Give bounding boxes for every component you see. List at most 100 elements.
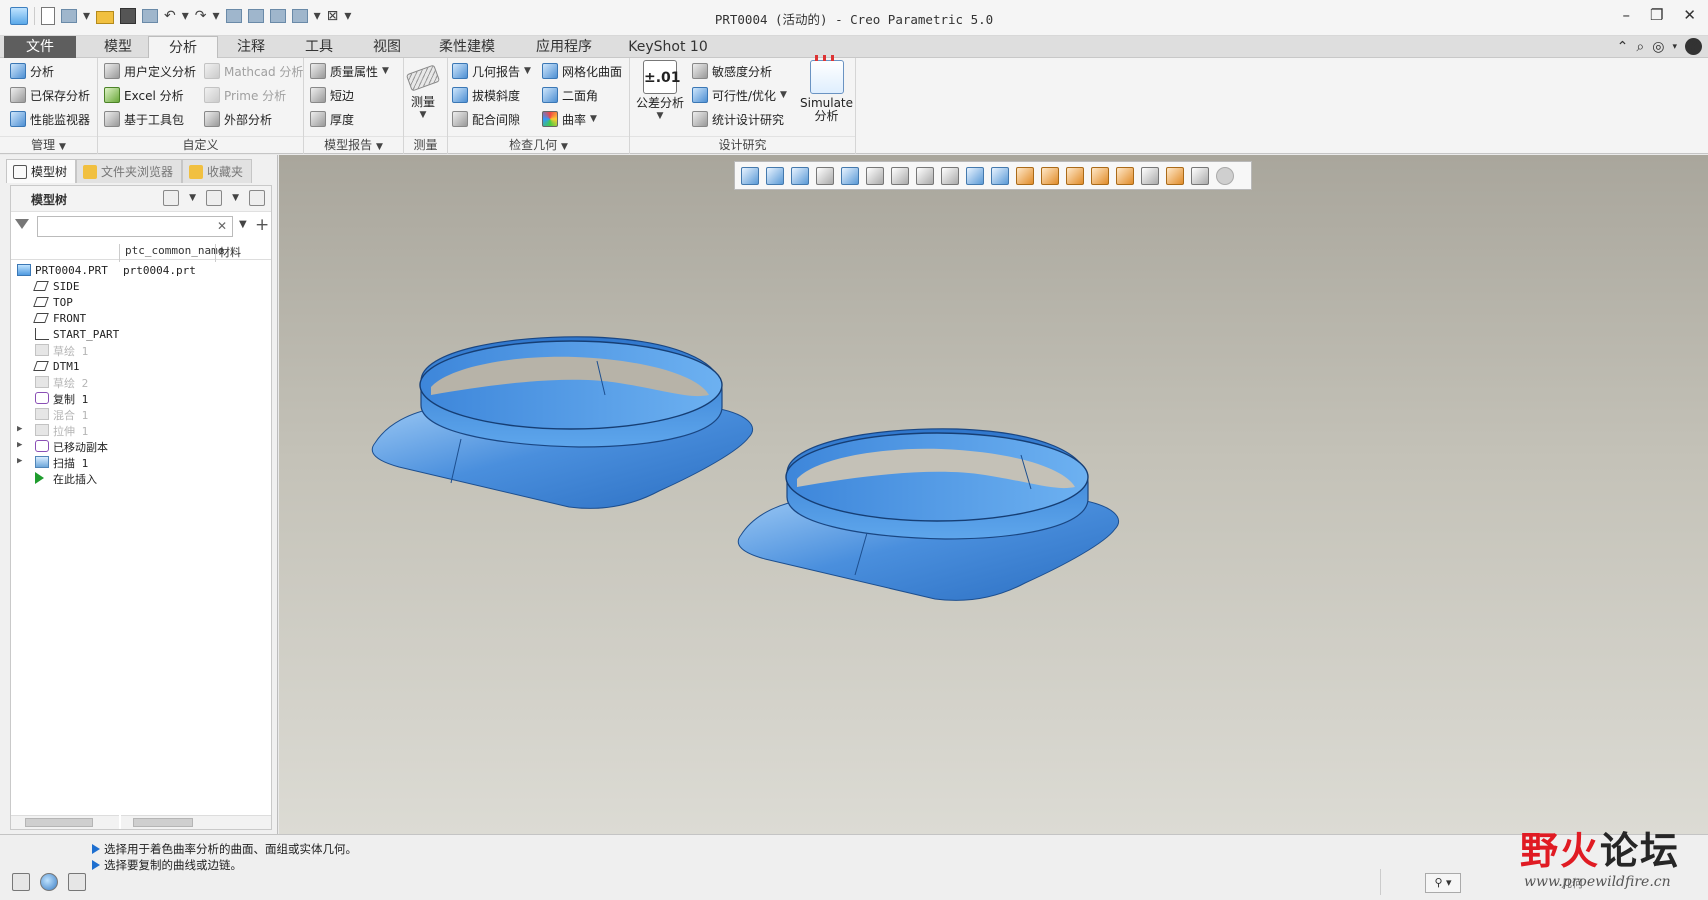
switch-window-icon[interactable]: [291, 9, 308, 23]
tab-favorites[interactable]: 收藏夹: [182, 159, 253, 183]
toolkit-analysis-button[interactable]: 基于工具包: [104, 109, 184, 129]
statistical-design-button[interactable]: 统计设计研究: [692, 109, 784, 129]
tab-model-tree[interactable]: 模型树: [6, 159, 77, 183]
graphics-viewport[interactable]: [279, 155, 1708, 834]
chevron-down-icon[interactable]: ▾: [1672, 42, 1677, 52]
tree-node[interactable]: SIDE: [11, 278, 271, 295]
chevron-down-icon[interactable]: ▾: [213, 7, 220, 25]
tab-keyshot[interactable]: KeyShot 10: [618, 36, 718, 58]
regenerate-icon[interactable]: [225, 9, 242, 23]
group-label-manage[interactable]: 管理 ▼: [0, 136, 97, 152]
tree-search-input[interactable]: [37, 216, 233, 237]
selection-filter[interactable]: 几何: [1561, 875, 1583, 891]
tab-folder-browser[interactable]: 文件夹浏览器: [76, 159, 183, 183]
draft-button[interactable]: 拔模斜度: [452, 85, 520, 105]
help-icon[interactable]: ?: [1685, 38, 1702, 55]
model-part-right[interactable]: [737, 428, 1120, 601]
geometry-report-button[interactable]: 几何报告 ▼: [452, 61, 531, 81]
app-icon[interactable]: [10, 7, 28, 25]
browser-toggle-icon[interactable]: [40, 873, 58, 891]
expand-icon[interactable]: ▶: [17, 456, 22, 466]
chevron-down-icon[interactable]: ▾: [314, 7, 321, 25]
mesh-surface-button[interactable]: 网格化曲面: [542, 61, 622, 81]
close-icon[interactable]: ✕: [1683, 6, 1696, 24]
tab-tools[interactable]: 工具: [286, 36, 352, 58]
tree-node[interactable]: ▶ 已移动副本: [11, 438, 271, 455]
save-icon[interactable]: [120, 8, 137, 24]
user-defined-analysis-button[interactable]: 用户定义分析: [104, 61, 196, 81]
scrollbar-thumb[interactable]: [133, 818, 193, 827]
performance-monitor-button[interactable]: 性能监视器: [10, 109, 90, 129]
regen-manager-icon[interactable]: [247, 9, 264, 23]
tree-columns-icon[interactable]: [206, 190, 223, 206]
group-label-inspect-geometry[interactable]: 检查几何 ▼: [448, 136, 629, 152]
community-icon[interactable]: ◎: [1652, 39, 1664, 55]
tree-node[interactable]: 复制 1: [11, 390, 271, 407]
undo-icon[interactable]: ↶: [164, 7, 176, 25]
tree-node[interactable]: FRONT: [11, 310, 271, 327]
print-icon[interactable]: [142, 9, 159, 23]
fullscreen-icon[interactable]: [68, 873, 86, 891]
open-folder-icon[interactable]: [96, 11, 115, 24]
navigator-toggle-icon[interactable]: [12, 873, 30, 891]
prime-analysis-button[interactable]: Prime 分析: [204, 85, 286, 105]
measure-button[interactable]: 测量 ▼: [405, 60, 441, 122]
thickness-button[interactable]: 厚度: [310, 109, 354, 129]
feasibility-optimization-button[interactable]: 可行性/优化 ▼: [692, 85, 787, 105]
sensitivity-analysis-button[interactable]: 敏感度分析: [692, 61, 772, 81]
simulate-analysis-button[interactable]: Simulate 分析: [800, 55, 853, 123]
tree-node[interactable]: TOP: [11, 294, 271, 311]
chevron-down-icon[interactable]: ▼: [189, 193, 196, 203]
tree-filter-icon[interactable]: [249, 190, 265, 206]
curvature-button[interactable]: 曲率 ▼: [542, 109, 597, 129]
column-material[interactable]: 材料: [219, 244, 241, 260]
tab-analysis[interactable]: 分析: [148, 36, 218, 59]
saved-analysis-button[interactable]: 已保存分析: [10, 85, 90, 105]
tab-view[interactable]: 视图: [354, 36, 420, 58]
tree-node[interactable]: 草绘 1: [11, 342, 271, 359]
scrollbar-thumb[interactable]: [25, 818, 93, 827]
tab-flexible-modeling[interactable]: 柔性建模: [424, 36, 510, 58]
group-label-model-report[interactable]: 模型报告 ▼: [304, 136, 403, 152]
model-part-left[interactable]: [371, 336, 754, 509]
tab-applications[interactable]: 应用程序: [520, 36, 608, 58]
close-window-icon[interactable]: ⊠: [327, 7, 339, 25]
windows-icon[interactable]: [269, 9, 286, 23]
tree-node[interactable]: START_PART: [11, 326, 271, 343]
tree-node[interactable]: 混合 1: [11, 406, 271, 423]
new-file-icon[interactable]: [41, 7, 55, 25]
dihedral-angle-button[interactable]: 二面角: [542, 85, 598, 105]
column-divider[interactable]: [215, 244, 216, 262]
short-edge-button[interactable]: 短边: [310, 85, 354, 105]
chevron-down-icon[interactable]: ▾: [83, 7, 90, 25]
maximize-icon[interactable]: ❐: [1650, 6, 1663, 24]
customize-qat-icon[interactable]: ▾: [344, 7, 351, 25]
chevron-down-icon[interactable]: ▼: [232, 193, 239, 203]
tree-node[interactable]: 草绘 2: [11, 374, 271, 391]
tree-settings-icon[interactable]: [163, 190, 180, 206]
horizontal-scrollbar[interactable]: [121, 815, 271, 829]
tree-node[interactable]: PRT0004.PRT prt0004.prt: [11, 262, 271, 279]
tab-model[interactable]: 模型: [82, 36, 154, 58]
clear-icon[interactable]: ✕: [217, 219, 227, 233]
search-icon[interactable]: ⌕: [1636, 39, 1644, 55]
minimize-icon[interactable]: –: [1622, 6, 1630, 24]
mathcad-analysis-button[interactable]: Mathcad 分析: [204, 61, 303, 81]
expand-icon[interactable]: ▶: [17, 424, 22, 434]
analysis-button[interactable]: 分析: [10, 61, 54, 81]
tree-node[interactable]: ▶ 扫描 1: [11, 454, 271, 471]
column-common-name[interactable]: ptc_common_name: [125, 244, 224, 257]
horizontal-scrollbar[interactable]: [11, 815, 119, 829]
tree-node[interactable]: 在此插入: [11, 470, 271, 487]
expand-icon[interactable]: ▶: [17, 440, 22, 450]
tolerance-analysis-button[interactable]: ±.01 公差分析 ▼: [636, 60, 684, 123]
find-button[interactable]: ⚲ ▾: [1425, 873, 1461, 893]
external-analysis-button[interactable]: 外部分析: [204, 109, 272, 129]
chevron-down-icon[interactable]: ▾: [182, 7, 189, 25]
tab-annotate[interactable]: 注释: [218, 36, 284, 58]
redo-icon[interactable]: ↷: [195, 7, 207, 25]
excel-analysis-button[interactable]: Excel 分析: [104, 85, 184, 105]
filter-icon[interactable]: [15, 219, 29, 233]
chevron-down-icon[interactable]: ▼: [239, 219, 247, 230]
column-divider[interactable]: [119, 244, 120, 262]
